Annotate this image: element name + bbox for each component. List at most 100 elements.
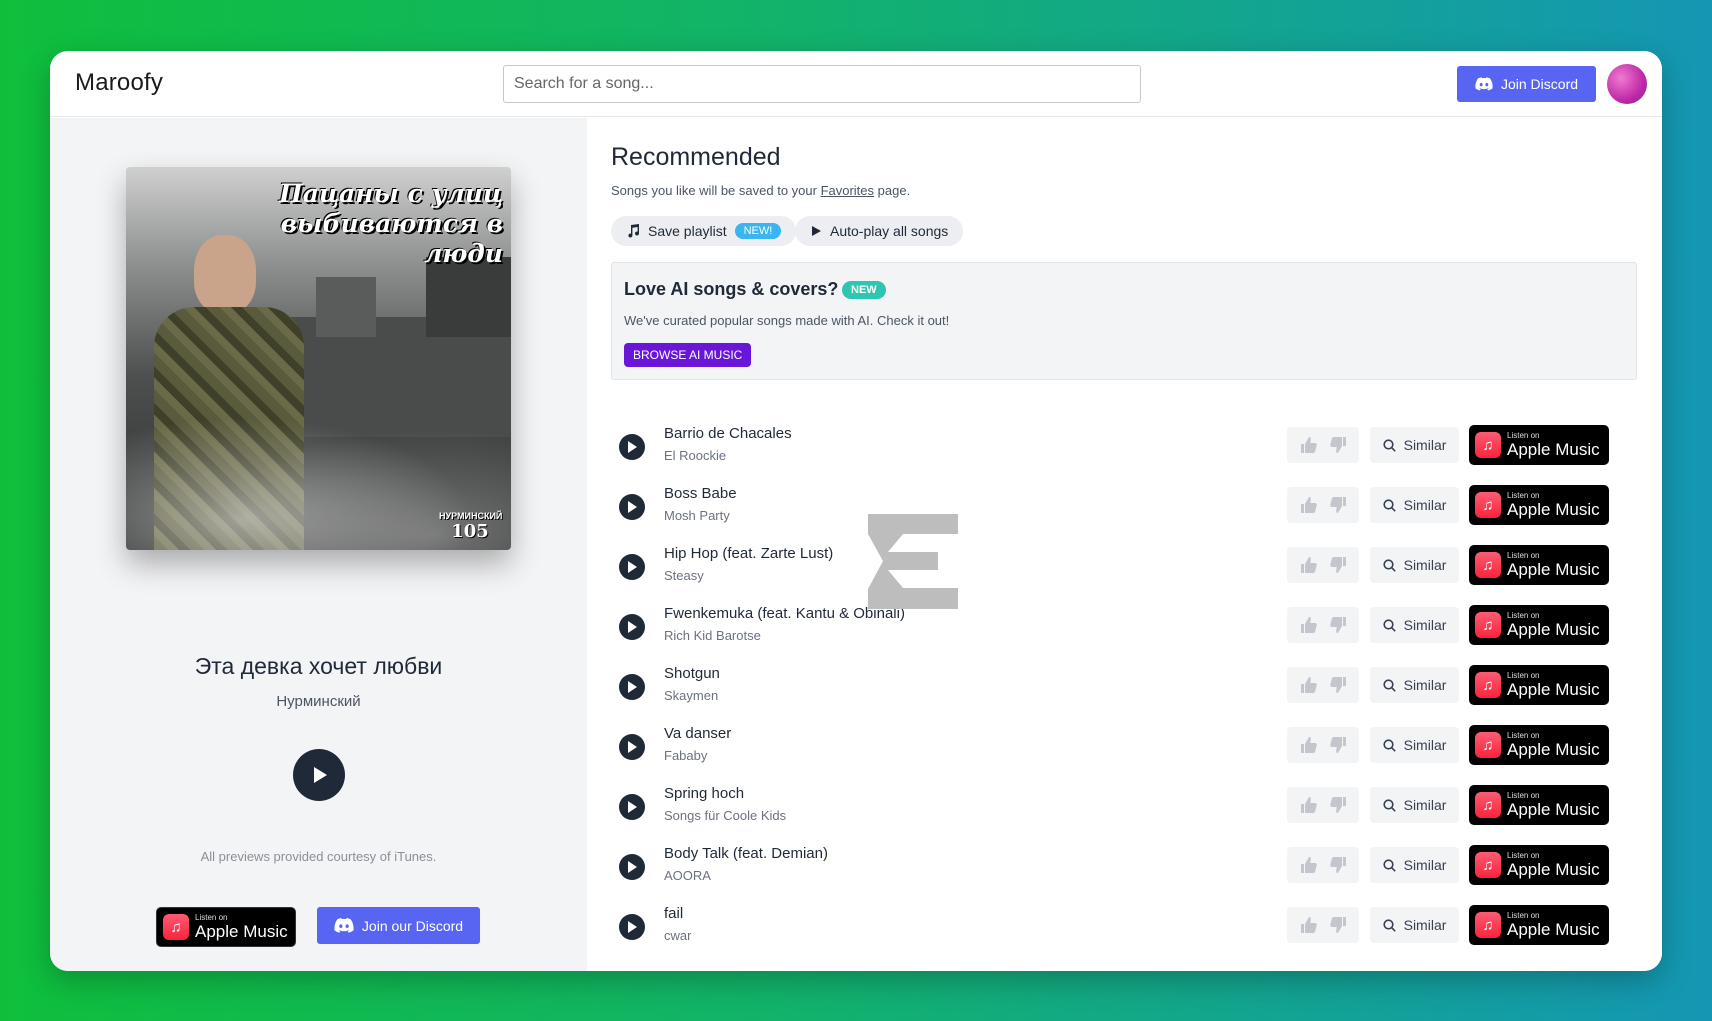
song-title[interactable]: Body Talk (feat. Demian) (664, 845, 828, 862)
song-play-button[interactable] (619, 734, 645, 760)
apple-music-icon: ♫ (1475, 912, 1501, 938)
vote-group (1287, 607, 1359, 643)
search-icon (1383, 918, 1396, 932)
apple-music-small: Listen on (1507, 731, 1540, 740)
now-playing-artist: Нурминский (276, 693, 361, 710)
apple-music-icon: ♫ (1475, 612, 1501, 638)
song-play-button[interactable] (619, 554, 645, 580)
thumbs-down-icon[interactable] (1329, 677, 1347, 693)
apple-music-badge[interactable]: ♫ Listen on Apple Music (1469, 905, 1609, 945)
song-play-button[interactable] (619, 434, 645, 460)
song-row[interactable]: Body Talk (feat. Demian) AOORA Similar ♫… (619, 840, 1639, 900)
thumbs-down-icon[interactable] (1329, 617, 1347, 633)
song-row[interactable]: Boss Babe Mosh Party Similar ♫ Listen on… (619, 480, 1639, 540)
thumbs-up-icon[interactable] (1300, 917, 1317, 933)
similar-label: Similar (1403, 797, 1447, 813)
apple-music-icon: ♫ (1475, 552, 1501, 578)
similar-label: Similar (1403, 497, 1447, 513)
browse-ai-music-button[interactable]: BROWSE AI MUSIC (624, 343, 752, 367)
song-row[interactable]: fail cwar Similar ♫ Listen on Apple Musi… (619, 900, 1639, 960)
similar-button[interactable]: Similar (1370, 547, 1459, 583)
autoplay-label: Auto-play all songs (830, 223, 949, 239)
song-title[interactable]: Barrio de Chacales (664, 425, 792, 442)
similar-button[interactable]: Similar (1370, 907, 1459, 943)
thumbs-up-icon[interactable] (1300, 497, 1317, 513)
apple-music-big: Apple Music (1507, 440, 1600, 459)
song-title[interactable]: Va danser (664, 725, 731, 742)
song-row[interactable]: Shotgun Skaymen Similar ♫ Listen on Appl… (619, 660, 1639, 720)
play-button[interactable] (293, 749, 345, 801)
song-play-button[interactable] (619, 494, 645, 520)
join-discord-button[interactable]: Join Discord (1457, 66, 1596, 102)
similar-button[interactable]: Similar (1370, 427, 1459, 463)
thumbs-up-icon[interactable] (1300, 737, 1317, 753)
song-artist: Mosh Party (664, 508, 730, 523)
join-our-discord-button[interactable]: Join our Discord (317, 907, 480, 944)
similar-button[interactable]: Similar (1370, 667, 1459, 703)
cover-badge-label: НУРМИНСКИЙ (439, 511, 503, 521)
song-title[interactable]: Shotgun (664, 665, 720, 682)
thumbs-up-icon[interactable] (1300, 857, 1317, 873)
subtitle-prefix: Songs you like will be saved to your (611, 183, 821, 198)
apple-music-icon: ♫ (1475, 672, 1501, 698)
thumbs-up-icon[interactable] (1300, 617, 1317, 633)
apple-music-badge[interactable]: ♫ Listen on Apple Music (1469, 485, 1609, 525)
song-row[interactable]: Spring hoch Songs für Coole Kids Similar… (619, 780, 1639, 840)
ai-promo-title: Love AI songs & covers? (624, 279, 839, 299)
song-row[interactable]: Fwenkemuka (feat. Kantu & Obinali) Rich … (619, 600, 1639, 660)
song-play-button[interactable] (619, 854, 645, 880)
apple-music-badge[interactable]: ♫ Listen on Apple Music (1469, 725, 1609, 765)
apple-music-badge[interactable]: ♫ Listen on Apple Music (1469, 845, 1609, 885)
apple-music-badge[interactable]: ♫ Listen on Apple Music (1469, 785, 1609, 825)
song-row[interactable]: Hip Hop (feat. Zarte Lust) Steasy Simila… (619, 540, 1639, 600)
thumbs-down-icon[interactable] (1329, 497, 1347, 513)
apple-music-badge[interactable]: ♫ Listen on Apple Music (1469, 545, 1609, 585)
song-title[interactable]: fail (664, 905, 683, 922)
now-playing-panel: Пацаны с улиц выбиваются в люди НУРМИНСК… (50, 118, 587, 971)
apple-music-icon: ♫ (1475, 792, 1501, 818)
similar-button[interactable]: Similar (1370, 847, 1459, 883)
song-row[interactable]: Va danser Fababy Similar ♫ Listen on App… (619, 720, 1639, 780)
similar-label: Similar (1403, 617, 1447, 633)
song-title[interactable]: Hip Hop (feat. Zarte Lust) (664, 545, 833, 562)
song-title[interactable]: Spring hoch (664, 785, 744, 802)
song-artist: cwar (664, 928, 692, 943)
song-play-button[interactable] (619, 674, 645, 700)
similar-label: Similar (1403, 437, 1447, 453)
favorites-link[interactable]: Favorites (821, 183, 874, 198)
apple-music-big: Apple Music (1507, 680, 1600, 699)
thumbs-down-icon[interactable] (1329, 557, 1347, 573)
thumbs-up-icon[interactable] (1300, 677, 1317, 693)
vote-group (1287, 547, 1359, 583)
similar-label: Similar (1403, 737, 1447, 753)
apple-music-badge[interactable]: ♫ Listen on Apple Music (156, 907, 296, 947)
brand-logo[interactable]: Maroofy (75, 69, 163, 97)
thumbs-up-icon[interactable] (1300, 437, 1317, 453)
song-row[interactable]: Barrio de Chacales El Roockie Similar ♫ … (619, 420, 1639, 480)
song-play-button[interactable] (619, 614, 645, 640)
apple-music-badge[interactable]: ♫ Listen on Apple Music (1469, 665, 1609, 705)
thumbs-up-icon[interactable] (1300, 557, 1317, 573)
thumbs-down-icon[interactable] (1329, 437, 1347, 453)
autoplay-button[interactable]: Auto-play all songs (795, 216, 964, 246)
song-play-button[interactable] (619, 794, 645, 820)
similar-button[interactable]: Similar (1370, 607, 1459, 643)
apple-music-badge[interactable]: ♫ Listen on Apple Music (1469, 425, 1609, 465)
music-note-icon (628, 224, 639, 238)
cover-badge: НУРМИНСКИЙ 105 (439, 511, 503, 542)
save-playlist-button[interactable]: Save playlist NEW! (611, 216, 797, 246)
similar-button[interactable]: Similar (1370, 487, 1459, 523)
thumbs-down-icon[interactable] (1329, 737, 1347, 753)
search-input[interactable] (503, 65, 1141, 103)
user-avatar[interactable] (1607, 64, 1647, 104)
thumbs-down-icon[interactable] (1329, 857, 1347, 873)
similar-button[interactable]: Similar (1370, 727, 1459, 763)
song-play-button[interactable] (619, 914, 645, 940)
save-playlist-label: Save playlist (648, 223, 727, 239)
similar-button[interactable]: Similar (1370, 787, 1459, 823)
thumbs-up-icon[interactable] (1300, 797, 1317, 813)
thumbs-down-icon[interactable] (1329, 797, 1347, 813)
apple-music-badge[interactable]: ♫ Listen on Apple Music (1469, 605, 1609, 645)
thumbs-down-icon[interactable] (1329, 917, 1347, 933)
song-title[interactable]: Boss Babe (664, 485, 737, 502)
